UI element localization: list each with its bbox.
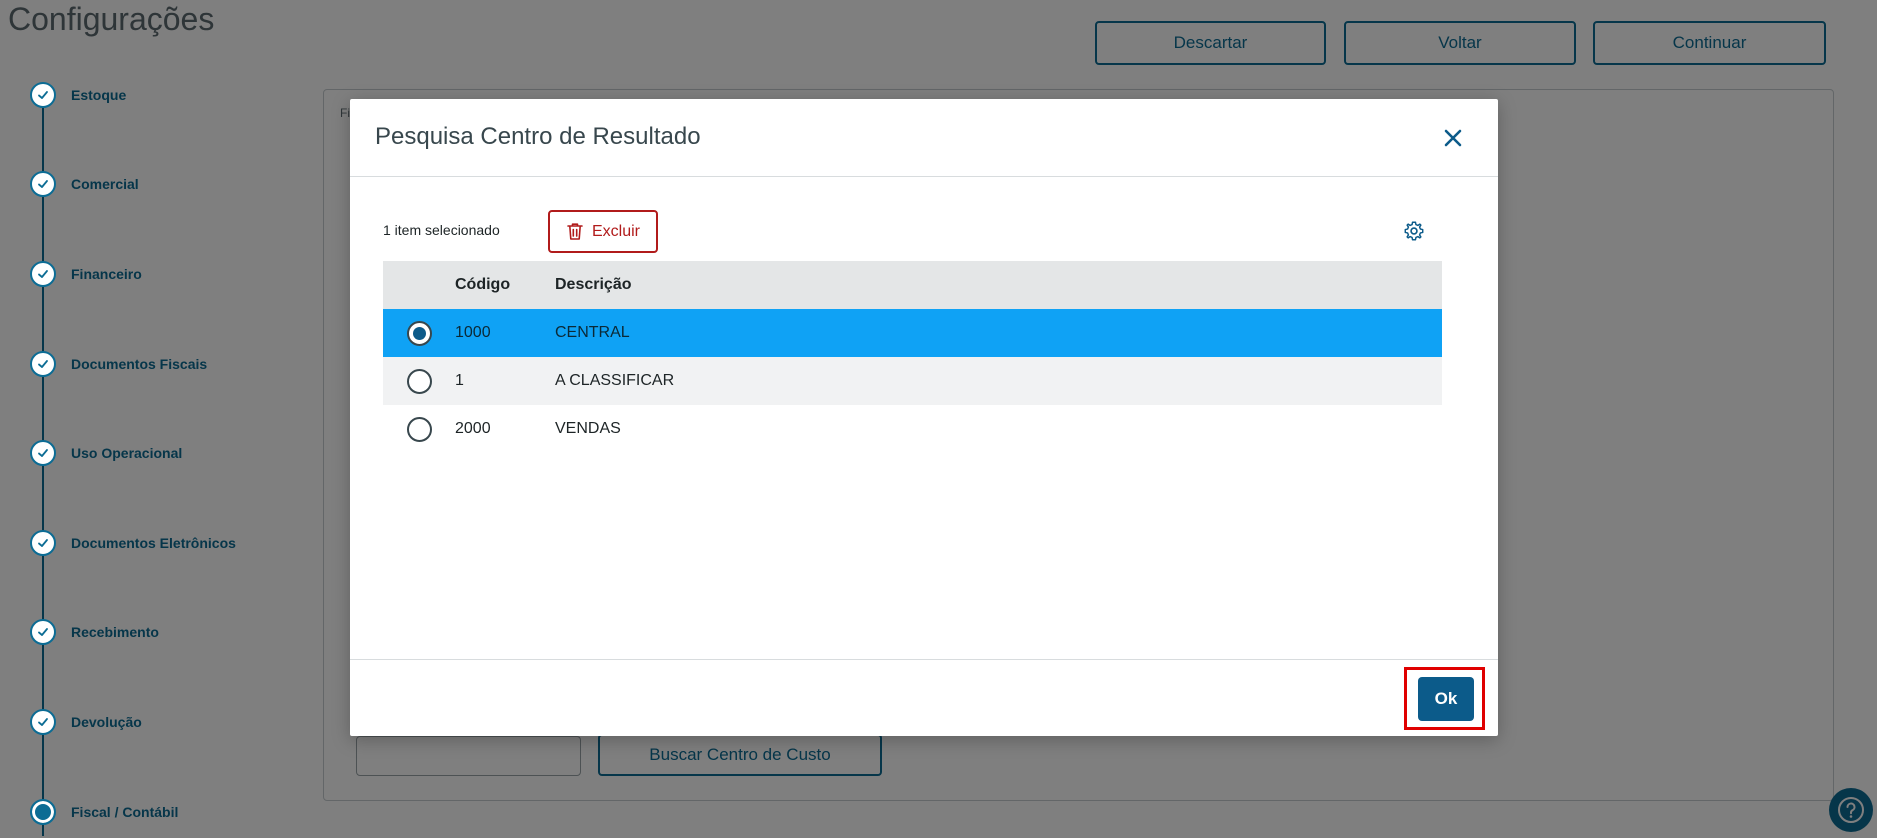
table-row[interactable]: 2000 VENDAS <box>383 405 1442 453</box>
step-check-icon <box>30 171 56 197</box>
code-column-header[interactable]: Código <box>455 276 555 294</box>
delete-button[interactable]: Excluir <box>548 210 658 253</box>
step-current-icon <box>30 799 56 825</box>
modal-footer <box>350 659 1498 736</box>
ok-button[interactable]: Ok <box>1418 677 1474 721</box>
row-code: 1 <box>455 372 464 389</box>
row-radio[interactable] <box>406 368 432 394</box>
row-code: 1000 <box>455 324 491 341</box>
delete-label: Excluir <box>591 222 640 240</box>
step-check-icon <box>30 530 56 556</box>
row-description: VENDAS <box>555 420 621 437</box>
row-description: A CLASSIFICAR <box>555 372 675 389</box>
table-row[interactable]: 1000 CENTRAL <box>383 309 1442 357</box>
close-button[interactable] <box>1438 123 1468 153</box>
row-description: CENTRAL <box>555 324 630 341</box>
step-check-icon <box>30 440 56 466</box>
selected-count: 1 item selecionado <box>383 222 500 238</box>
gear-icon <box>1404 221 1424 241</box>
row-radio-cell <box>383 416 455 442</box>
row-radio[interactable] <box>406 416 432 442</box>
description-column-header[interactable]: Descrição <box>555 276 1442 294</box>
row-code: 2000 <box>455 420 491 437</box>
row-radio-cell <box>383 368 455 394</box>
step-check-icon <box>30 619 56 645</box>
result-center-table: Código Descrição 1000 CENTRAL 1 A CLASSI… <box>383 261 1442 453</box>
row-radio-selected[interactable] <box>406 320 432 346</box>
modal-title: Pesquisa Centro de Resultado <box>375 123 701 150</box>
row-radio-cell <box>383 320 455 346</box>
table-row[interactable]: 1 A CLASSIFICAR <box>383 357 1442 405</box>
close-icon <box>1444 129 1462 147</box>
radio-dot <box>412 326 426 340</box>
step-check-icon <box>30 82 56 108</box>
step-check-icon <box>30 709 56 735</box>
trash-icon <box>567 223 583 240</box>
step-check-icon <box>30 351 56 377</box>
step-check-icon <box>30 261 56 287</box>
search-result-center-modal: Pesquisa Centro de Resultado 1 item sele… <box>350 99 1498 736</box>
settings-button[interactable] <box>1400 217 1428 245</box>
table-header: Código Descrição <box>383 261 1442 309</box>
modal-header: Pesquisa Centro de Resultado <box>350 99 1498 177</box>
